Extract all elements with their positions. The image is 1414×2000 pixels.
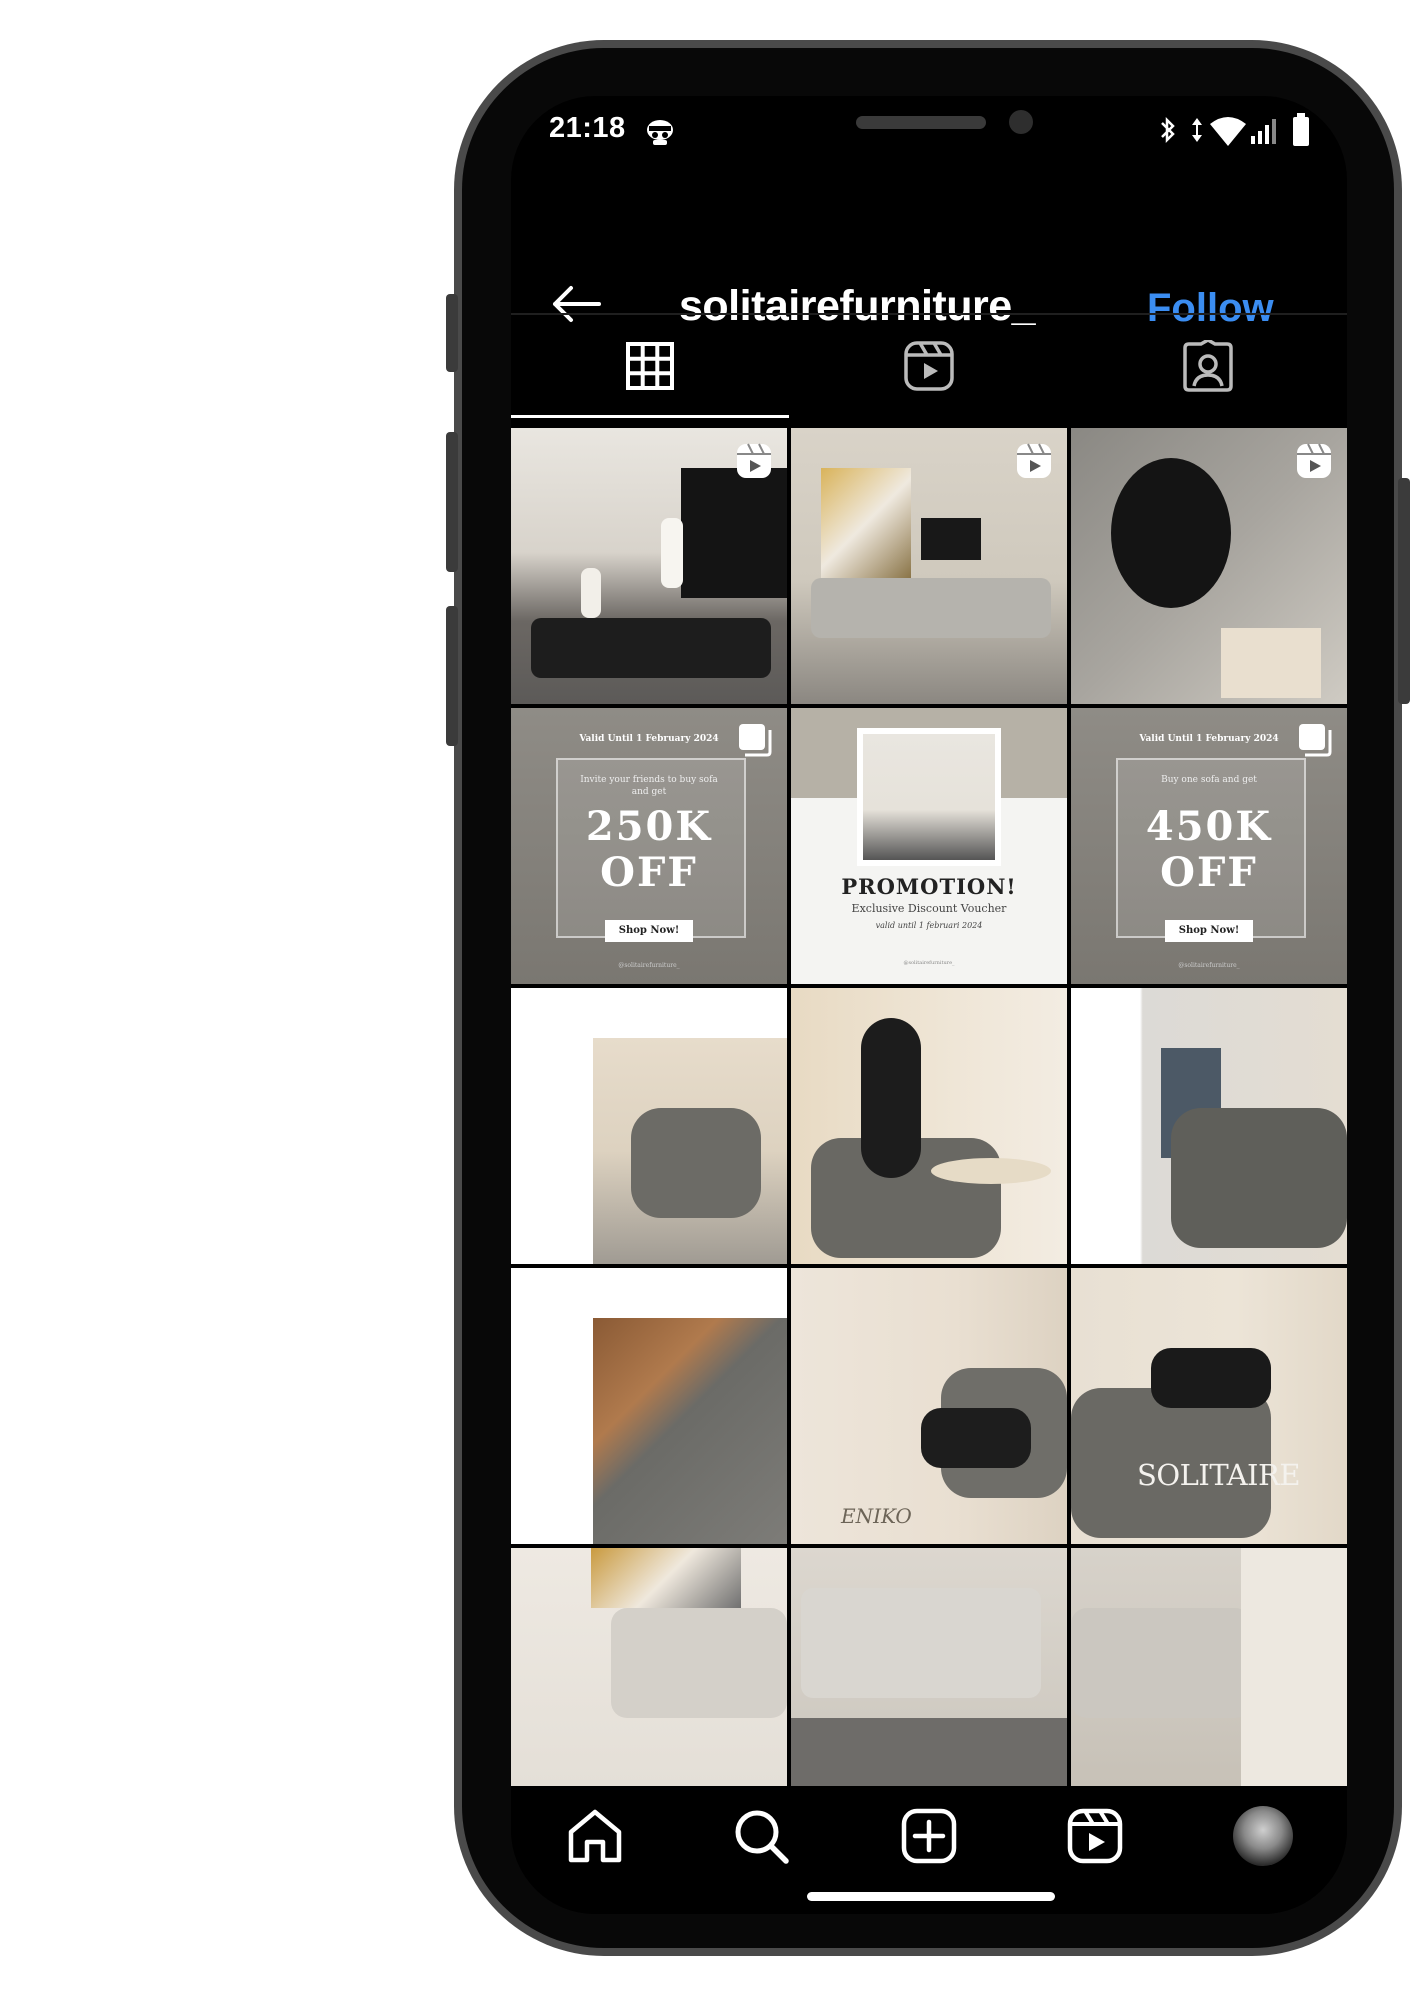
post-tile-woman-loveseat[interactable]: ENIKO bbox=[791, 1268, 1067, 1544]
promotion-handle: @solitairefurniture_ bbox=[903, 960, 955, 966]
carousel-badge-icon bbox=[739, 724, 772, 757]
promo-amount-line2: OFF bbox=[600, 849, 698, 896]
nav-reels[interactable] bbox=[1063, 1804, 1127, 1868]
nav-search[interactable] bbox=[729, 1804, 793, 1868]
promo-subtext: Buy one sofa and get bbox=[1161, 775, 1257, 785]
promo-shop-button: Shop Now! bbox=[1165, 920, 1253, 942]
tab-posts-grid[interactable] bbox=[511, 316, 789, 418]
search-icon bbox=[735, 1810, 789, 1864]
post-tile-reel-overhead-woman[interactable] bbox=[1071, 428, 1347, 704]
front-camera bbox=[1009, 110, 1033, 134]
volume-silent-switch bbox=[446, 294, 458, 372]
home-icon bbox=[568, 1809, 622, 1863]
profile-tabs bbox=[511, 316, 1347, 418]
promo-amount-line2: OFF bbox=[1160, 849, 1258, 896]
post-tile-armchair-window[interactable] bbox=[1071, 988, 1347, 1264]
phone-screen: 21:18 solitairefurniture_ Follow Valid U… bbox=[511, 96, 1347, 1914]
avatar bbox=[1233, 1806, 1293, 1866]
post-tile-reel-grey-sofa[interactable] bbox=[791, 428, 1067, 704]
posts-grid: Valid Until 1 February 2024 Invite your … bbox=[511, 428, 1347, 1786]
data-arrows-icon bbox=[1192, 118, 1202, 142]
promotion-subtitle: Exclusive Discount Voucher bbox=[851, 902, 1007, 915]
volume-up-button bbox=[446, 432, 458, 572]
promo-handle: @solitairefurniture_ bbox=[1178, 962, 1240, 969]
promo-subtext: Invite your friends to buy sofa and get bbox=[580, 775, 718, 797]
post-tile-armchair-grey[interactable] bbox=[511, 988, 787, 1264]
tab-reels[interactable] bbox=[790, 316, 1068, 416]
tab-tagged[interactable] bbox=[1069, 316, 1347, 416]
promo-amount: 250K OFF bbox=[511, 804, 787, 896]
promo-amount-line1: 250K bbox=[585, 803, 713, 850]
earpiece-speaker bbox=[856, 116, 986, 129]
battery-icon bbox=[1293, 113, 1309, 146]
model-label: ENIKO bbox=[841, 1504, 912, 1528]
grid-icon bbox=[626, 342, 674, 390]
reel-badge-icon bbox=[1017, 443, 1051, 478]
promotion-title: PROMOTION! bbox=[841, 874, 1017, 899]
home-indicator[interactable] bbox=[807, 1892, 1055, 1901]
carousel-badge-icon bbox=[1299, 724, 1332, 757]
brand-logo-text: SOLITAIRE bbox=[1137, 1458, 1301, 1492]
post-tile-sectional-overhead[interactable] bbox=[791, 1548, 1067, 1786]
promo-amount-line1: 450K bbox=[1145, 803, 1273, 850]
volume-down-button bbox=[446, 606, 458, 746]
nav-profile[interactable] bbox=[1231, 1804, 1295, 1868]
reels-icon bbox=[904, 341, 954, 391]
display-notch bbox=[711, 96, 1171, 164]
post-tile-woman-armchair[interactable] bbox=[791, 988, 1067, 1264]
nav-home[interactable] bbox=[563, 1804, 627, 1868]
bluetooth-icon bbox=[1161, 116, 1175, 144]
promo-shop-button: Shop Now! bbox=[605, 920, 693, 942]
tagged-user-icon bbox=[1183, 340, 1233, 392]
post-tile-solitaire-brand[interactable]: SOLITAIRE bbox=[1071, 1268, 1347, 1544]
post-tile-chaise-reading[interactable] bbox=[1071, 1548, 1347, 1786]
post-tile-promotion[interactable]: PROMOTION! Exclusive Discount Voucher va… bbox=[791, 708, 1067, 984]
post-tile-promo-450k[interactable]: Valid Until 1 February 2024 Buy one sofa… bbox=[1071, 708, 1347, 984]
promo-amount: 450K OFF bbox=[1071, 804, 1347, 896]
status-bar: 21:18 bbox=[511, 96, 1347, 176]
header-divider bbox=[511, 313, 1347, 315]
active-tab-indicator bbox=[511, 415, 789, 418]
wifi-icon bbox=[1210, 117, 1246, 146]
power-button bbox=[1398, 478, 1410, 704]
post-tile-reel-living-room[interactable] bbox=[511, 428, 787, 704]
privacy-indicator-icon bbox=[647, 120, 673, 145]
post-tile-sofa-closeup[interactable] bbox=[511, 1268, 787, 1544]
promotion-photo bbox=[863, 734, 995, 860]
cellular-signal-icon bbox=[1251, 119, 1276, 144]
promotion-valid: valid until 1 februari 2024 bbox=[875, 921, 983, 930]
reel-badge-icon bbox=[737, 443, 771, 478]
add-post-icon bbox=[901, 1808, 957, 1864]
status-time: 21:18 bbox=[549, 112, 626, 144]
reel-badge-icon bbox=[1297, 443, 1331, 478]
post-tile-sectional-lamp[interactable] bbox=[511, 1548, 787, 1786]
promo-handle: @solitairefurniture_ bbox=[618, 962, 680, 969]
bottom-navigation bbox=[511, 1786, 1347, 1914]
post-tile-promo-250k[interactable]: Valid Until 1 February 2024 Invite your … bbox=[511, 708, 787, 984]
nav-create[interactable] bbox=[897, 1804, 961, 1868]
reels-icon bbox=[1067, 1808, 1123, 1864]
